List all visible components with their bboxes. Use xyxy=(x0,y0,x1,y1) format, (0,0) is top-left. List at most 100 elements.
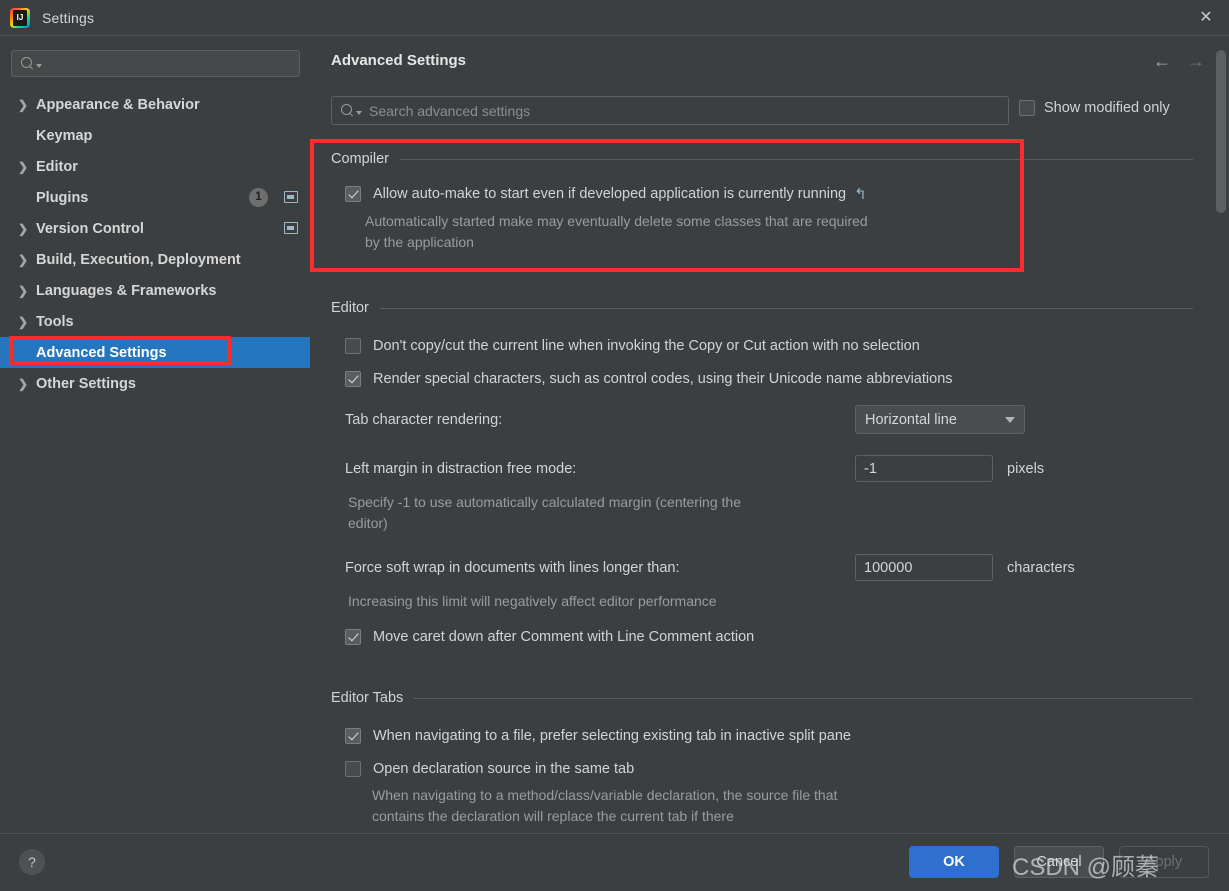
navigation-arrows: ← → xyxy=(1153,52,1205,70)
left-margin-row: Left margin in distraction free mode: -1… xyxy=(312,454,1229,483)
chevron-right-icon: ❯ xyxy=(18,376,29,391)
sidebar-item-label: Appearance & Behavior xyxy=(36,96,200,113)
allow-automake-checkbox[interactable] xyxy=(345,186,361,202)
sidebar-search-input[interactable] xyxy=(42,55,299,72)
plugins-update-badge: 1 xyxy=(249,188,268,207)
advanced-search-placeholder: Search advanced settings xyxy=(369,102,531,119)
cancel-button[interactable]: Cancel xyxy=(1014,846,1104,878)
sidebar-item-advanced-settings[interactable]: ❯ Advanced Settings xyxy=(0,337,310,368)
sidebar-item-editor[interactable]: ❯ Editor xyxy=(0,151,312,182)
force-soft-wrap-label: Force soft wrap in documents with lines … xyxy=(345,559,680,576)
chevron-right-icon: ❯ xyxy=(18,252,29,267)
search-icon xyxy=(20,56,35,71)
advanced-search-box[interactable]: Search advanced settings xyxy=(331,96,1009,125)
allow-automake-row[interactable]: Allow auto-make to start even if develop… xyxy=(312,186,1229,202)
section-title: Compiler xyxy=(331,151,390,167)
intellij-idea-logo-icon xyxy=(10,7,30,28)
settings-content-scroll: Compiler Allow auto-make to start even i… xyxy=(312,142,1229,833)
sidebar-item-plugins[interactable]: ❯ Plugins 1 xyxy=(0,182,312,213)
left-margin-description: Specify -1 to use automatically calculat… xyxy=(348,494,741,531)
sidebar-item-languages-frameworks[interactable]: ❯ Languages & Frameworks xyxy=(0,275,312,306)
sidebar-item-other-settings[interactable]: ❯ Other Settings xyxy=(0,368,312,399)
chevron-right-icon: ❯ xyxy=(18,221,29,236)
settings-tree: ❯ Appearance & Behavior ❯ Keymap ❯ Edito… xyxy=(0,89,312,399)
prefer-existing-tab-row[interactable]: When navigating to a file, prefer select… xyxy=(312,728,1229,744)
section-divider xyxy=(414,697,1193,699)
move-caret-down-checkbox[interactable] xyxy=(345,629,361,645)
chevron-right-icon: ❯ xyxy=(18,159,29,174)
sidebar-item-build-execution-deployment[interactable]: ❯ Build, Execution, Deployment xyxy=(0,244,312,275)
forward-arrow-icon[interactable]: → xyxy=(1187,52,1205,70)
chevron-placeholder-icon: ❯ xyxy=(18,192,30,204)
sidebar-item-keymap[interactable]: ❯ Keymap xyxy=(0,120,312,151)
dont-copy-cut-row[interactable]: Don't copy/cut the current line when inv… xyxy=(312,338,1229,354)
show-modified-only-row[interactable]: Show modified only xyxy=(1019,100,1170,116)
force-soft-wrap-input[interactable]: 100000 xyxy=(855,554,993,581)
force-soft-wrap-description: Increasing this limit will negatively af… xyxy=(348,593,717,609)
page-title: Advanced Settings xyxy=(331,52,467,69)
tab-char-rendering-dropdown[interactable]: Horizontal line xyxy=(855,405,1025,434)
chevron-placeholder-icon: ❯ xyxy=(18,130,30,142)
title-bar: Settings ✕ xyxy=(0,0,1229,36)
close-icon[interactable]: ✕ xyxy=(1183,0,1229,35)
apply-button[interactable]: Apply xyxy=(1119,846,1209,878)
sidebar-item-label: Editor xyxy=(36,158,78,175)
sidebar-item-label: Advanced Settings xyxy=(36,344,167,361)
left-margin-unit: pixels xyxy=(1007,460,1045,477)
section-heading-editor-tabs: Editor Tabs xyxy=(312,690,1229,706)
revert-icon[interactable]: ↰ xyxy=(854,187,867,202)
dialog-footer: ? OK Cancel Apply xyxy=(0,833,1229,891)
chevron-right-icon: ❯ xyxy=(18,283,29,298)
left-margin-label: Left margin in distraction free mode: xyxy=(345,460,577,477)
ok-button[interactable]: OK xyxy=(909,846,999,878)
force-soft-wrap-unit: characters xyxy=(1007,559,1075,576)
section-editor: Editor Don't copy/cut the current line w… xyxy=(312,300,1229,645)
render-special-chars-checkbox[interactable] xyxy=(345,371,361,387)
open-declaration-same-tab-checkbox[interactable] xyxy=(345,761,361,777)
force-soft-wrap-control: 100000 characters xyxy=(855,554,1075,581)
show-modified-only-label: Show modified only xyxy=(1044,100,1170,116)
move-caret-down-label: Move caret down after Comment with Line … xyxy=(373,629,755,645)
search-icon xyxy=(340,103,355,118)
section-title: Editor xyxy=(331,300,369,316)
section-heading-compiler: Compiler xyxy=(312,151,1229,167)
left-margin-input[interactable]: -1 xyxy=(855,455,993,482)
window-title: Settings xyxy=(42,9,95,26)
project-scope-icon xyxy=(284,222,298,234)
tab-char-rendering-row: Tab character rendering: Horizontal line xyxy=(312,405,1229,434)
tab-char-rendering-control: Horizontal line xyxy=(855,405,1025,434)
render-special-chars-row[interactable]: Render special characters, such as contr… xyxy=(312,371,1229,387)
chevron-down-icon xyxy=(1005,416,1015,423)
move-caret-down-row[interactable]: Move caret down after Comment with Line … xyxy=(312,629,1229,645)
force-soft-wrap-value: 100000 xyxy=(864,559,913,576)
help-button[interactable]: ? xyxy=(19,849,45,875)
sidebar-item-version-control[interactable]: ❯ Version Control xyxy=(0,213,312,244)
sidebar-item-label: Other Settings xyxy=(36,375,136,392)
left-margin-control: -1 pixels xyxy=(855,455,1044,482)
settings-sidebar: ❯ Appearance & Behavior ❯ Keymap ❯ Edito… xyxy=(0,36,312,833)
sidebar-item-appearance-behavior[interactable]: ❯ Appearance & Behavior xyxy=(0,89,312,120)
section-compiler: Compiler Allow auto-make to start even i… xyxy=(312,142,1229,253)
content-vertical-scrollbar[interactable] xyxy=(1216,50,1226,213)
prefer-existing-tab-checkbox[interactable] xyxy=(345,728,361,744)
render-special-chars-label: Render special characters, such as contr… xyxy=(373,371,953,387)
back-arrow-icon[interactable]: ← xyxy=(1153,52,1171,70)
sidebar-item-tools[interactable]: ❯ Tools xyxy=(0,306,312,337)
open-declaration-same-tab-description: When navigating to a method/class/variab… xyxy=(372,787,838,824)
sidebar-item-label: Languages & Frameworks xyxy=(36,282,217,299)
left-margin-value: -1 xyxy=(864,460,877,477)
project-scope-icon xyxy=(284,191,298,203)
sidebar-search-box[interactable] xyxy=(11,50,300,77)
allow-automake-label: Allow auto-make to start even if develop… xyxy=(373,186,867,203)
dont-copy-cut-label: Don't copy/cut the current line when inv… xyxy=(373,338,920,354)
allow-automake-description: Automatically started make may eventuall… xyxy=(365,213,868,250)
sidebar-item-label: Plugins xyxy=(36,189,89,206)
show-modified-only-checkbox[interactable] xyxy=(1019,100,1035,116)
section-divider xyxy=(379,307,1193,309)
sidebar-item-label: Version Control xyxy=(36,220,144,237)
tab-char-rendering-label: Tab character rendering: xyxy=(345,411,503,428)
dont-copy-cut-checkbox[interactable] xyxy=(345,338,361,354)
section-title: Editor Tabs xyxy=(331,690,404,706)
force-soft-wrap-row: Force soft wrap in documents with lines … xyxy=(312,553,1229,582)
open-declaration-same-tab-row[interactable]: Open declaration source in the same tab xyxy=(312,761,1229,777)
